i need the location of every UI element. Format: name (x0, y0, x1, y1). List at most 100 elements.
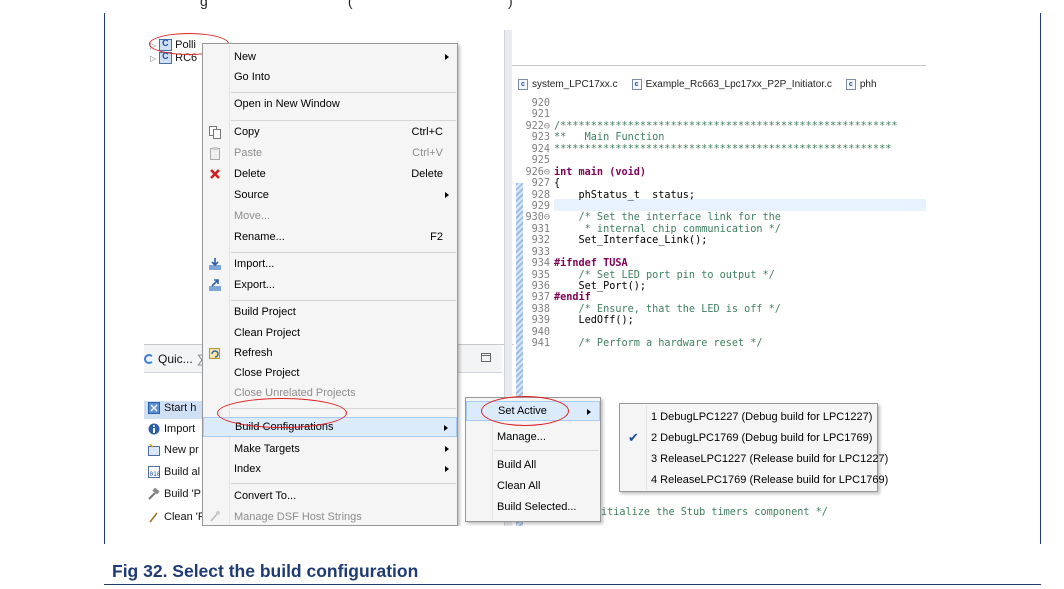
welcome-item-build-project[interactable]: Build 'P (148, 488, 201, 500)
code-line-text: Set_Port(); (554, 281, 647, 292)
code-line: 935 /* Set LED port pin to output */ (524, 270, 897, 281)
code-line: 920 (524, 98, 897, 109)
caption-rule (104, 584, 1041, 585)
menu-separator (231, 92, 456, 93)
menu-item-convert-to[interactable]: Convert To... (203, 486, 457, 506)
line-number: 934 (531, 258, 550, 270)
welcome-item-import[interactable]: Import (148, 423, 195, 435)
menu-item-build-all[interactable]: Build All (466, 455, 600, 475)
welcome-item-label: New pr (164, 444, 199, 456)
line-number: 937 (531, 292, 550, 304)
menu-separator (231, 483, 456, 484)
menu-item-manage-dsf[interactable]: Manage DSF Host Strings (203, 507, 457, 526)
tab-example-initiator[interactable]: c Example_Rc663_Lpc17xx_P2P_Initiator.c (626, 74, 840, 94)
menu-item-clean-all[interactable]: Clean All (466, 476, 600, 496)
code-tail-line: itialize the Stub timers component */ (601, 507, 828, 518)
figure-frame-right (1040, 13, 1041, 544)
line-number: 929 (531, 200, 550, 212)
menu-item-manage[interactable]: Manage... (466, 427, 600, 447)
menu-item-source[interactable]: Source (203, 185, 457, 205)
menu-item-refresh[interactable]: Refresh (203, 343, 457, 363)
eclipse-screenshot: ▷ Polli ▷ RC6 Quic... ∑ Start h Import N… (130, 30, 926, 526)
editor-separator (512, 65, 926, 66)
menu-item-index[interactable]: Index (203, 459, 457, 479)
code-editor[interactable]: 920 921 922⊖ /*****************************… (524, 98, 897, 350)
welcome-item-new-project[interactable]: New pr (148, 444, 199, 456)
code-line: 928 phStatus_t status; (524, 190, 897, 201)
code-line: 930⊖ /* Set the interface link for the (524, 212, 897, 223)
code-line: 939 LedOff(); (524, 315, 897, 326)
refresh-icon (209, 348, 220, 359)
c-file-icon: c (518, 78, 528, 90)
menu-item-paste[interactable]: Paste Ctrl+V (203, 143, 457, 163)
line-number: 938 (531, 303, 550, 315)
menu-separator (231, 120, 456, 121)
line-number: 930⊖ (525, 212, 550, 224)
line-number: 928 (531, 189, 550, 201)
submenu-arrow-icon (445, 466, 449, 472)
submenu-arrow-icon (444, 425, 448, 431)
code-line-text: * internal chip communication */ (554, 223, 781, 235)
menu-item-make-targets[interactable]: Make Targets (203, 439, 457, 459)
code-line: 931 * internal chip communication */ (524, 224, 897, 235)
annotation-ellipse-set-active (481, 396, 569, 426)
menu-item-build-selected[interactable]: Build Selected... (466, 497, 600, 517)
menu-item-move[interactable]: Move... (203, 206, 457, 226)
build-all-icon: 010 (148, 466, 160, 478)
line-number: 923 (531, 132, 550, 144)
menu-item-config-1[interactable]: 1 DebugLPC1227 (Debug build for LPC1227) (620, 407, 877, 427)
welcome-item-label: Clean 'P (164, 511, 206, 523)
tab-phh[interactable]: c phh (840, 74, 885, 94)
code-line-text: #ifndef TUSA (554, 258, 628, 270)
welcome-item-build-all[interactable]: 010 Build al (148, 466, 200, 478)
menu-item-clean-project[interactable]: Clean Project (203, 323, 457, 343)
import-icon (209, 258, 221, 270)
menu-item-open-new-window[interactable]: Open in New Window (203, 94, 457, 114)
annotation-ellipse-build-configurations (217, 398, 347, 428)
submenu-arrow-icon (445, 54, 449, 60)
tab-system-lpc17xx[interactable]: c system_LPC17xx.c (512, 74, 626, 94)
line-number: 932 (531, 235, 550, 247)
tab-quick-launch[interactable]: Quic... ∑ (144, 352, 205, 366)
menu-item-rename[interactable]: Rename... F2 (203, 227, 457, 247)
line-number: 933 (531, 246, 550, 258)
menu-item-config-4[interactable]: 4 ReleaseLPC1769 (Release build for LPC1… (620, 470, 888, 490)
menu-item-go-into[interactable]: Go Into (203, 67, 457, 87)
menu-separator (231, 252, 456, 253)
welcome-item-label: Build 'P (164, 488, 201, 500)
set-active-menu: 1 DebugLPC1227 (Debug build for LPC1227)… (619, 403, 888, 492)
code-line: 938 /* Ensure, that the LED is off */ (524, 304, 897, 315)
menu-item-import[interactable]: Import... (203, 254, 457, 274)
welcome-item-label: Build al (164, 466, 201, 478)
menu-item-close-project[interactable]: Close Project (203, 363, 457, 383)
expand-arrow-icon[interactable]: ▷ (150, 54, 156, 63)
menu-item-export[interactable]: Export... (203, 275, 457, 295)
code-line-text: { (554, 178, 561, 190)
start-icon (148, 402, 160, 414)
menu-item-config-2[interactable]: ✔ 2 DebugLPC1769 (Debug build for LPC1769… (620, 428, 877, 448)
code-line-text: LedOff(); (554, 315, 634, 327)
menu-item-new[interactable]: New (203, 47, 457, 67)
menu-item-build-project[interactable]: Build Project (203, 302, 457, 322)
menu-item-copy[interactable]: Copy Ctrl+C (203, 122, 457, 142)
menu-item-config-3[interactable]: 3 ReleaseLPC1227 (Release build for LPC1… (620, 449, 888, 469)
code-line-text: /* Perform a hardware reset */ (554, 338, 763, 350)
new-project-icon (148, 444, 160, 456)
line-number: 941 (531, 338, 550, 350)
welcome-item-clean[interactable]: Clean 'P (148, 511, 205, 523)
export-icon (209, 279, 221, 291)
welcome-item-label: Import (164, 423, 196, 435)
editor-tabbar: c system_LPC17xx.c c Example_Rc663_Lpc17… (512, 74, 926, 94)
welcome-item-start[interactable]: Start h (148, 402, 196, 414)
minimize-view-icon[interactable] (481, 353, 491, 362)
code-line-text: phStatus_t status; (554, 189, 696, 201)
line-number: 939 (531, 315, 550, 327)
menu-item-delete[interactable]: Delete Delete (203, 164, 457, 184)
code-line: 922⊖ /***********************************… (524, 121, 897, 132)
code-line-text: /***************************************… (554, 120, 898, 132)
figure-caption: Fig 32. Select the build configuration (112, 561, 419, 581)
c-file-icon: c (845, 78, 856, 90)
menu-item-close-unrelated[interactable]: Close Unrelated Projects (203, 383, 457, 403)
submenu-arrow-icon (587, 409, 591, 415)
menu-separator (494, 450, 599, 451)
